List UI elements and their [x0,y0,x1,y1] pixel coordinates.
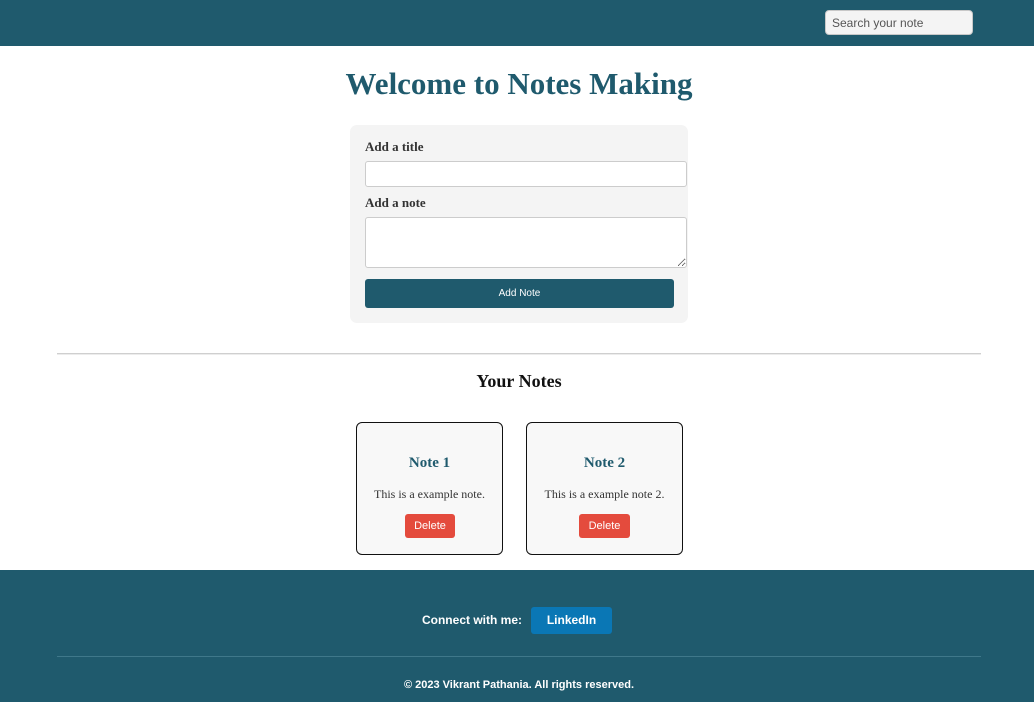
title-input[interactable] [365,161,687,187]
note-textarea[interactable] [365,217,687,268]
top-navbar [0,0,1034,46]
add-note-button[interactable]: Add Note [365,279,674,308]
notes-section-title: Your Notes [476,371,562,391]
note-body: This is a example note. [374,487,485,501]
section-divider [57,353,981,355]
note-body: This is a example note 2. [544,487,665,501]
title-field-label: Add a title [365,139,424,154]
footer: Connect with me: LinkedIn © 2023 Vikrant… [0,570,1034,702]
delete-note-button[interactable]: Delete [405,514,455,538]
connect-row: Connect with me: LinkedIn [0,606,1034,634]
linkedin-button[interactable]: LinkedIn [531,606,612,634]
connect-label: Connect with me: [421,613,522,627]
add-note-form: Add a title Add a note Add Note [350,125,688,323]
delete-note-button[interactable]: Delete [579,514,630,538]
copyright-text: © 2023 Vikrant Pathania. All rights rese… [403,679,635,691]
note-title: Note 2 [583,455,626,471]
note-card: Note 1 This is a example note. Delete [356,422,503,555]
note-title: Note 1 [408,455,451,471]
footer-divider [57,656,981,657]
search-input[interactable] [825,10,973,35]
page-title: Welcome to Notes Making [345,66,693,101]
note-card: Note 2 This is a example note 2. Delete [526,422,683,555]
note-field-label: Add a note [365,195,426,210]
